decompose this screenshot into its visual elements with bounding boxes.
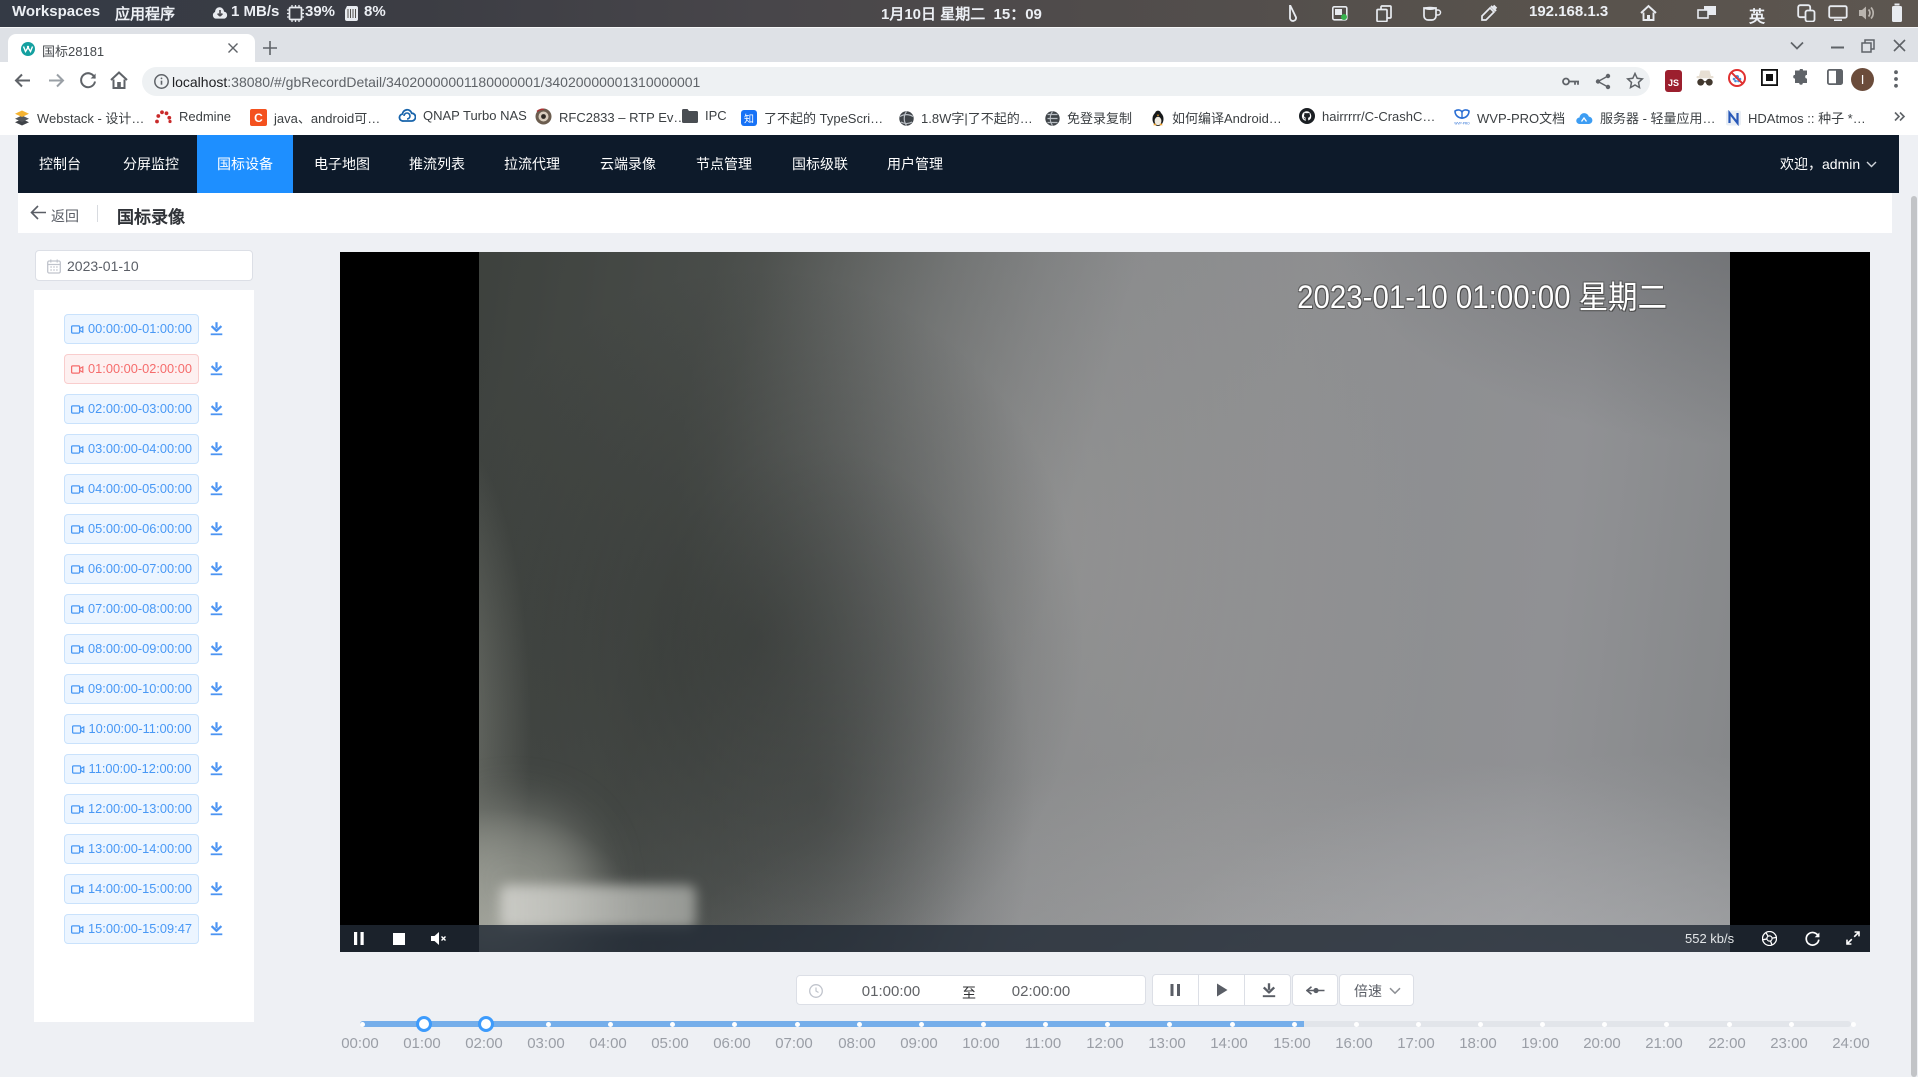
svg-text:JS: JS (1668, 78, 1679, 88)
svg-text:WVP-PRO: WVP-PRO (1454, 122, 1470, 126)
svg-text:C: C (254, 111, 263, 125)
svg-text:知: 知 (744, 113, 754, 126)
